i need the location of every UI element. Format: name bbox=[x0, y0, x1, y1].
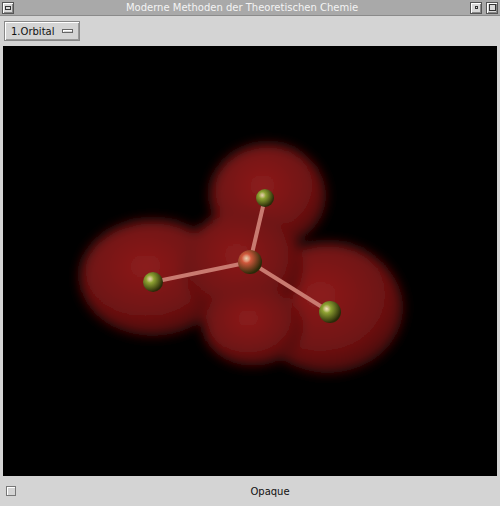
maximize-icon bbox=[489, 4, 496, 11]
bond bbox=[153, 262, 250, 282]
title-bar: Moderne Methoden der Theoretischen Chemi… bbox=[0, 0, 500, 16]
menu-icon bbox=[5, 6, 11, 10]
option-menu-indicator-icon bbox=[62, 29, 73, 33]
orbital-cloud bbox=[80, 144, 403, 373]
ligand-atom bbox=[143, 272, 163, 292]
minimize-button[interactable] bbox=[470, 2, 482, 14]
window-menu-button[interactable] bbox=[2, 2, 14, 14]
orbital-menu[interactable]: 1.Orbital bbox=[4, 21, 80, 41]
opaque-label: Opaque bbox=[16, 486, 494, 497]
central-atom bbox=[238, 250, 262, 274]
toolbar: 1.Orbital bbox=[0, 16, 500, 46]
minimize-icon bbox=[475, 6, 478, 9]
maximize-button[interactable] bbox=[486, 2, 498, 14]
render-canvas[interactable] bbox=[3, 46, 497, 476]
opaque-checkbox[interactable] bbox=[6, 486, 16, 496]
orbital-view[interactable] bbox=[3, 46, 497, 476]
ligand-atom bbox=[256, 189, 274, 207]
bottom-bar: Opaque bbox=[0, 476, 500, 506]
ligand-atom bbox=[319, 301, 341, 323]
orbital-menu-label: 1.Orbital bbox=[11, 26, 54, 37]
window-title: Moderne Methoden der Theoretischen Chemi… bbox=[18, 1, 466, 15]
app-window: Moderne Methoden der Theoretischen Chemi… bbox=[0, 0, 500, 506]
bond bbox=[250, 262, 330, 312]
